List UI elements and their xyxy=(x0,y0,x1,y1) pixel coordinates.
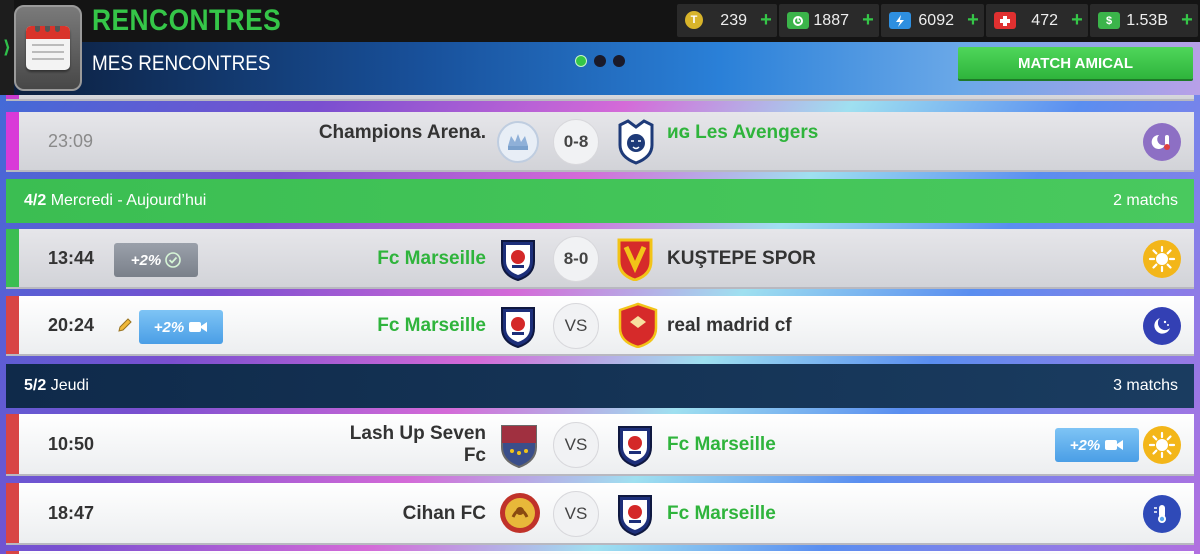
match-score: 0-8 xyxy=(553,119,599,165)
currency-tokens: T 239 + xyxy=(677,4,777,37)
page-title: RENCONTRES xyxy=(92,4,282,37)
real-madrid-crest-icon xyxy=(616,302,660,349)
match-amical-button[interactable]: MATCH AMICAL xyxy=(958,47,1193,79)
match-time: 20:24 xyxy=(48,315,95,335)
away-team-name[interactable]: Fc Marseille xyxy=(667,434,907,456)
home-team-name[interactable]: Champions Arena. xyxy=(306,122,486,144)
calendar-icon xyxy=(14,5,82,91)
away-team-name[interactable]: real madrid cf xyxy=(667,315,907,337)
cihan-fc-crest-icon xyxy=(498,491,542,535)
energy-icon xyxy=(889,12,911,29)
add-medical-button[interactable]: + xyxy=(1066,4,1088,37)
currency-cash: $ 1.53B + xyxy=(1090,4,1198,37)
avengers-lion-crest-icon xyxy=(616,119,654,165)
away-team-name[interactable]: KUŞTEPE SPOR xyxy=(667,248,907,270)
home-team-name[interactable]: Cihan FC xyxy=(336,503,486,525)
boost-label: +2% xyxy=(1069,436,1101,454)
back-button[interactable]: ⟩ xyxy=(0,0,14,95)
match-row[interactable]: 20:24 +2% Fc Marseille VS real madrid cf xyxy=(6,296,1194,356)
boost-video-button[interactable]: +2% xyxy=(1055,428,1139,462)
champions-arena-crest-icon xyxy=(496,120,539,164)
training-value: 1887 xyxy=(813,12,849,29)
match-row[interactable]: 18:47 Cihan FC VS Fc Marseille xyxy=(6,483,1194,545)
add-cash-button[interactable]: + xyxy=(1176,4,1198,37)
add-energy-button[interactable]: + xyxy=(962,4,984,37)
cash-icon: $ xyxy=(1098,12,1120,29)
match-row[interactable]: 10:50 Lash Up Seven Fc VS Fc Marseille +… xyxy=(6,414,1194,476)
night-cold-icon xyxy=(1143,123,1181,161)
training-icon xyxy=(787,12,809,29)
cold-icon xyxy=(1143,495,1181,533)
day-date: 4/2 xyxy=(24,192,47,209)
energy-value: 6092 xyxy=(918,12,954,29)
page-dot-1[interactable] xyxy=(575,55,587,67)
marseille-crest-icon xyxy=(499,304,537,349)
video-camera-icon xyxy=(189,322,208,332)
day-match-count: 3 matchs xyxy=(1113,377,1178,394)
sun-icon xyxy=(1143,426,1181,464)
match-score: VS xyxy=(553,422,599,468)
match-time: 10:50 xyxy=(48,434,95,454)
medical-value: 472 xyxy=(1031,12,1058,29)
row-accent xyxy=(6,483,19,543)
boost-badge: +2% xyxy=(114,243,198,277)
boost-label: +2% xyxy=(130,251,162,269)
match-score: VS xyxy=(553,491,599,537)
day-label: Mercredi - Aujourd’hui xyxy=(46,192,207,209)
home-team-name[interactable]: Fc Marseille xyxy=(286,248,486,270)
token-icon: T xyxy=(685,11,703,29)
medical-icon xyxy=(994,12,1016,29)
match-row-partial[interactable] xyxy=(6,95,1194,101)
match-score: VS xyxy=(553,303,599,349)
tokens-value: 239 xyxy=(720,12,747,29)
away-team-name[interactable]: Fc Marseille xyxy=(667,503,907,525)
day-label: Jeudi xyxy=(46,377,89,394)
home-team-name[interactable]: Lash Up Seven Fc xyxy=(336,423,486,467)
away-team-name[interactable]: ᴎɢ Les Avengers xyxy=(667,122,867,144)
boost-label: +2% xyxy=(153,318,185,336)
match-time: 13:44 xyxy=(48,248,95,268)
marseille-crest-icon xyxy=(616,423,654,468)
boost-video-button[interactable]: +2% xyxy=(139,310,223,344)
cash-value: 1.53B xyxy=(1126,12,1168,29)
add-tokens-button[interactable]: + xyxy=(755,4,777,37)
header: ⟩ RENCONTRES MES RENCONTRES MATCH AMICAL… xyxy=(0,0,1200,95)
marseille-crest-icon xyxy=(499,237,537,282)
row-accent xyxy=(6,296,19,354)
page-subtitle: MES RENCONTRES xyxy=(92,52,271,75)
lash-up-seven-crest-icon xyxy=(499,423,537,469)
page-dot-3[interactable] xyxy=(613,55,625,67)
check-circle-icon xyxy=(165,252,182,268)
marseille-crest-icon xyxy=(616,492,654,537)
day-date: 5/2 xyxy=(24,377,47,394)
match-row[interactable]: 13:44 +2% Fc Marseille 8-0 KUŞTEPE SPOR xyxy=(6,229,1194,289)
add-training-button[interactable]: + xyxy=(857,4,879,37)
video-camera-icon xyxy=(1105,440,1124,450)
day-header-today: 4/2 Mercredi - Aujourd’hui 2 matchs xyxy=(6,179,1194,223)
kustepe-crest-icon xyxy=(616,237,654,282)
sun-icon xyxy=(1143,240,1181,278)
match-time: 18:47 xyxy=(48,503,95,523)
page-indicator[interactable] xyxy=(575,55,625,67)
day-match-count: 2 matchs xyxy=(1113,192,1178,209)
match-row[interactable]: 23:09 Champions Arena. 0-8 ᴎɢ Les Avenge… xyxy=(6,112,1194,172)
page-dot-2[interactable] xyxy=(594,55,606,67)
row-accent xyxy=(6,229,19,287)
night-icon xyxy=(1143,307,1181,345)
edit-pencil-icon[interactable] xyxy=(116,316,134,339)
match-list[interactable]: 23:09 Champions Arena. 0-8 ᴎɢ Les Avenge… xyxy=(0,95,1200,554)
currency-medical: 472 + xyxy=(986,4,1088,37)
day-header-thursday: 5/2 Jeudi 3 matchs xyxy=(6,364,1194,408)
match-score: 8-0 xyxy=(553,236,599,282)
currency-energy: 6092 + xyxy=(881,4,984,37)
row-accent xyxy=(6,112,19,170)
match-time: 23:09 xyxy=(48,131,94,151)
row-accent xyxy=(6,414,19,474)
currency-training: 1887 + xyxy=(779,4,879,37)
home-team-name[interactable]: Fc Marseille xyxy=(286,315,486,337)
